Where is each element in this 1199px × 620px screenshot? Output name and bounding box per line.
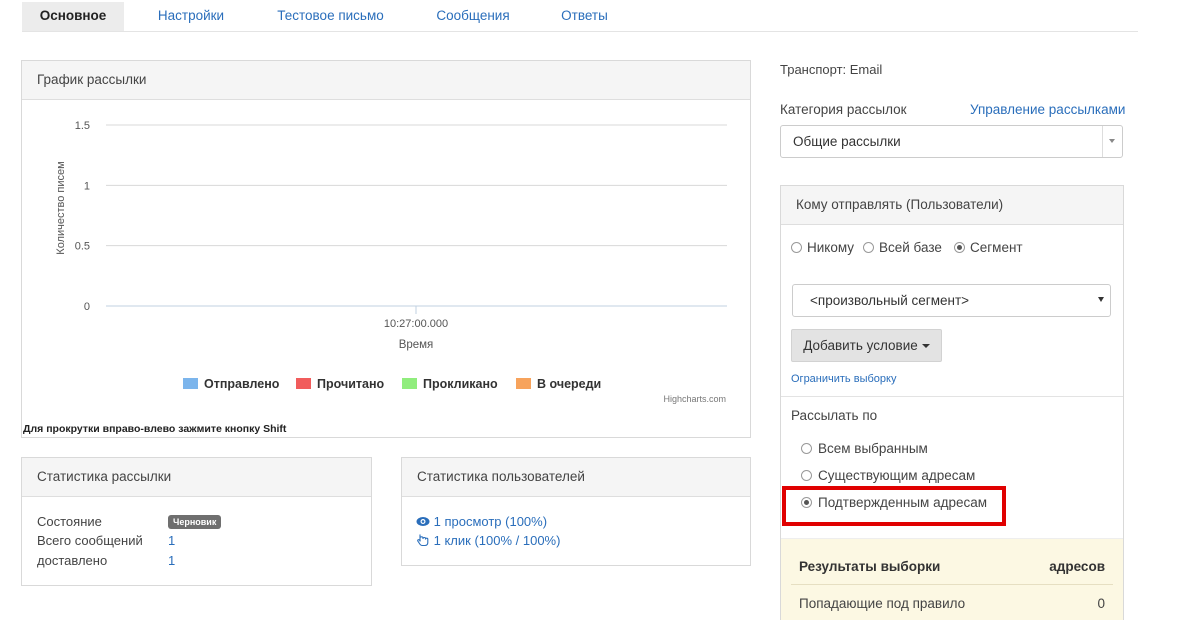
total-messages-label: Всего сообщений (37, 533, 143, 548)
segment-select-value: <произвольный сегмент> (810, 293, 970, 308)
legend-item[interactable]: Прочитано (296, 377, 384, 391)
legend-swatch (296, 378, 311, 389)
legend-item[interactable]: Отправлено (183, 377, 279, 391)
recipient-all-label: Всей базе (879, 240, 942, 255)
results-title: Результаты выборки (799, 559, 941, 574)
tab-settings[interactable]: Настройки (147, 2, 235, 31)
send-by-all-selected-label: Всем выбранным (818, 441, 928, 456)
x-tick-label: 10:27:00.000 (384, 318, 448, 330)
results-divider (791, 584, 1113, 585)
y-tick-label: 1.5 (75, 120, 90, 132)
results-column-header: адресов (1049, 559, 1105, 574)
clicks-link[interactable]: 1 клик (100% / 100%) (434, 533, 561, 548)
radio-icon[interactable] (801, 470, 812, 481)
line-chart: 1.5 1 0.5 0 10:27:00.000 Количество писем В… (55, 120, 727, 351)
mailing-stats-panel: Статистика рассылки Состояние Черновик В… (21, 457, 372, 586)
mailing-stats-title: Статистика рассылки (22, 458, 371, 497)
tab-test-email[interactable]: Тестовое письмо (267, 2, 394, 31)
recipient-none[interactable]: Никому (791, 240, 854, 255)
recipients-title: Кому отправлять (Пользователи) (781, 186, 1123, 225)
y-tick-label: 0.5 (75, 241, 90, 253)
y-tick-label: 0 (84, 301, 90, 313)
legend-label: Прочитано (317, 377, 385, 391)
legend-swatch (402, 378, 417, 389)
views-row[interactable]: 1 просмотр (100%) (416, 514, 547, 529)
chevron-down-icon (1098, 297, 1104, 302)
category-select-value: Общие рассылки (793, 134, 901, 149)
eye-icon (416, 517, 430, 526)
scroll-hint: Для прокрутки вправо-влево зажмите кнопк… (23, 423, 287, 435)
category-select[interactable]: Общие рассылки (780, 125, 1123, 158)
divider (781, 396, 1123, 397)
delivered-label: доставлено (37, 553, 108, 568)
chart-credits[interactable]: Highcharts.com (663, 394, 726, 404)
highlight-box (782, 486, 1006, 526)
legend-swatch (183, 378, 198, 389)
results-row-value: 0 (1097, 596, 1105, 611)
legend-label: В очереди (537, 377, 602, 391)
recipients-panel: Кому отправлять (Пользователи) Никому Вс… (780, 185, 1124, 620)
legend-label: Отправлено (204, 377, 280, 391)
total-messages-value[interactable]: 1 (168, 533, 175, 548)
chart-panel-title: График рассылки (22, 61, 750, 100)
tab-main[interactable]: Основное (22, 2, 124, 31)
chart-panel: График рассылки 1.5 1 0.5 0 10:27:00.000 Ко… (21, 60, 751, 438)
legend-swatch (516, 378, 531, 389)
x-axis-label: Время (399, 339, 434, 351)
recipient-segment-label: Сегмент (970, 240, 1023, 255)
radio-icon[interactable] (863, 242, 874, 253)
add-condition-label: Добавить условие (803, 338, 918, 353)
recipient-none-label: Никому (807, 240, 855, 255)
delivered-value[interactable]: 1 (168, 553, 175, 568)
user-stats-title: Статистика пользователей (402, 458, 750, 497)
transport-label: Транспорт: Email (780, 62, 883, 77)
legend-item[interactable]: В очереди (516, 377, 601, 391)
tab-replies[interactable]: Ответы (552, 2, 617, 31)
tab-bar: Основное Настройки Тестовое письмо Сообщ… (22, 0, 1138, 32)
results-panel: Результаты выборки адресов Попадающие по… (781, 538, 1123, 620)
legend-label: Прокликано (423, 377, 498, 391)
manage-mailings-link[interactable]: Управление рассылками (970, 102, 1125, 117)
results-row-label: Попадающие под правило (799, 596, 966, 611)
category-select-toggle[interactable] (1102, 126, 1122, 157)
caret-down-icon (921, 344, 930, 348)
radio-selected-icon[interactable] (954, 242, 965, 253)
views-link[interactable]: 1 просмотр (100%) (434, 514, 547, 529)
send-by-all-selected[interactable]: Всем выбранным (801, 441, 928, 456)
status-label: Состояние (37, 514, 102, 529)
y-axis-label: Количество писем (55, 161, 67, 254)
limit-selection-link[interactable]: Ограничить выборку (791, 373, 896, 385)
status-badge: Черновик (168, 515, 222, 529)
radio-icon[interactable] (801, 443, 812, 454)
add-condition-button[interactable]: Добавить условие (791, 329, 942, 362)
recipient-all[interactable]: Всей базе (863, 240, 942, 255)
clicks-row[interactable]: 1 клик (100% / 100%) (416, 533, 560, 548)
user-stats-panel: Статистика пользователей 1 просмотр (100… (401, 457, 751, 566)
y-tick-label: 1 (84, 180, 90, 192)
send-by-existing[interactable]: Существующим адресам (801, 468, 975, 483)
radio-icon[interactable] (791, 242, 802, 253)
category-label: Категория рассылок (780, 102, 907, 117)
segment-select[interactable]: <произвольный сегмент> (792, 284, 1111, 317)
tab-messages[interactable]: Сообщения (427, 2, 519, 31)
send-by-existing-label: Существующим адресам (818, 468, 976, 483)
send-by-label: Рассылать по (791, 408, 878, 423)
chevron-down-icon (1109, 139, 1115, 143)
legend-item[interactable]: Прокликано (402, 377, 498, 391)
hand-pointer-icon (417, 534, 429, 547)
recipient-segment[interactable]: Сегмент (954, 240, 1023, 255)
